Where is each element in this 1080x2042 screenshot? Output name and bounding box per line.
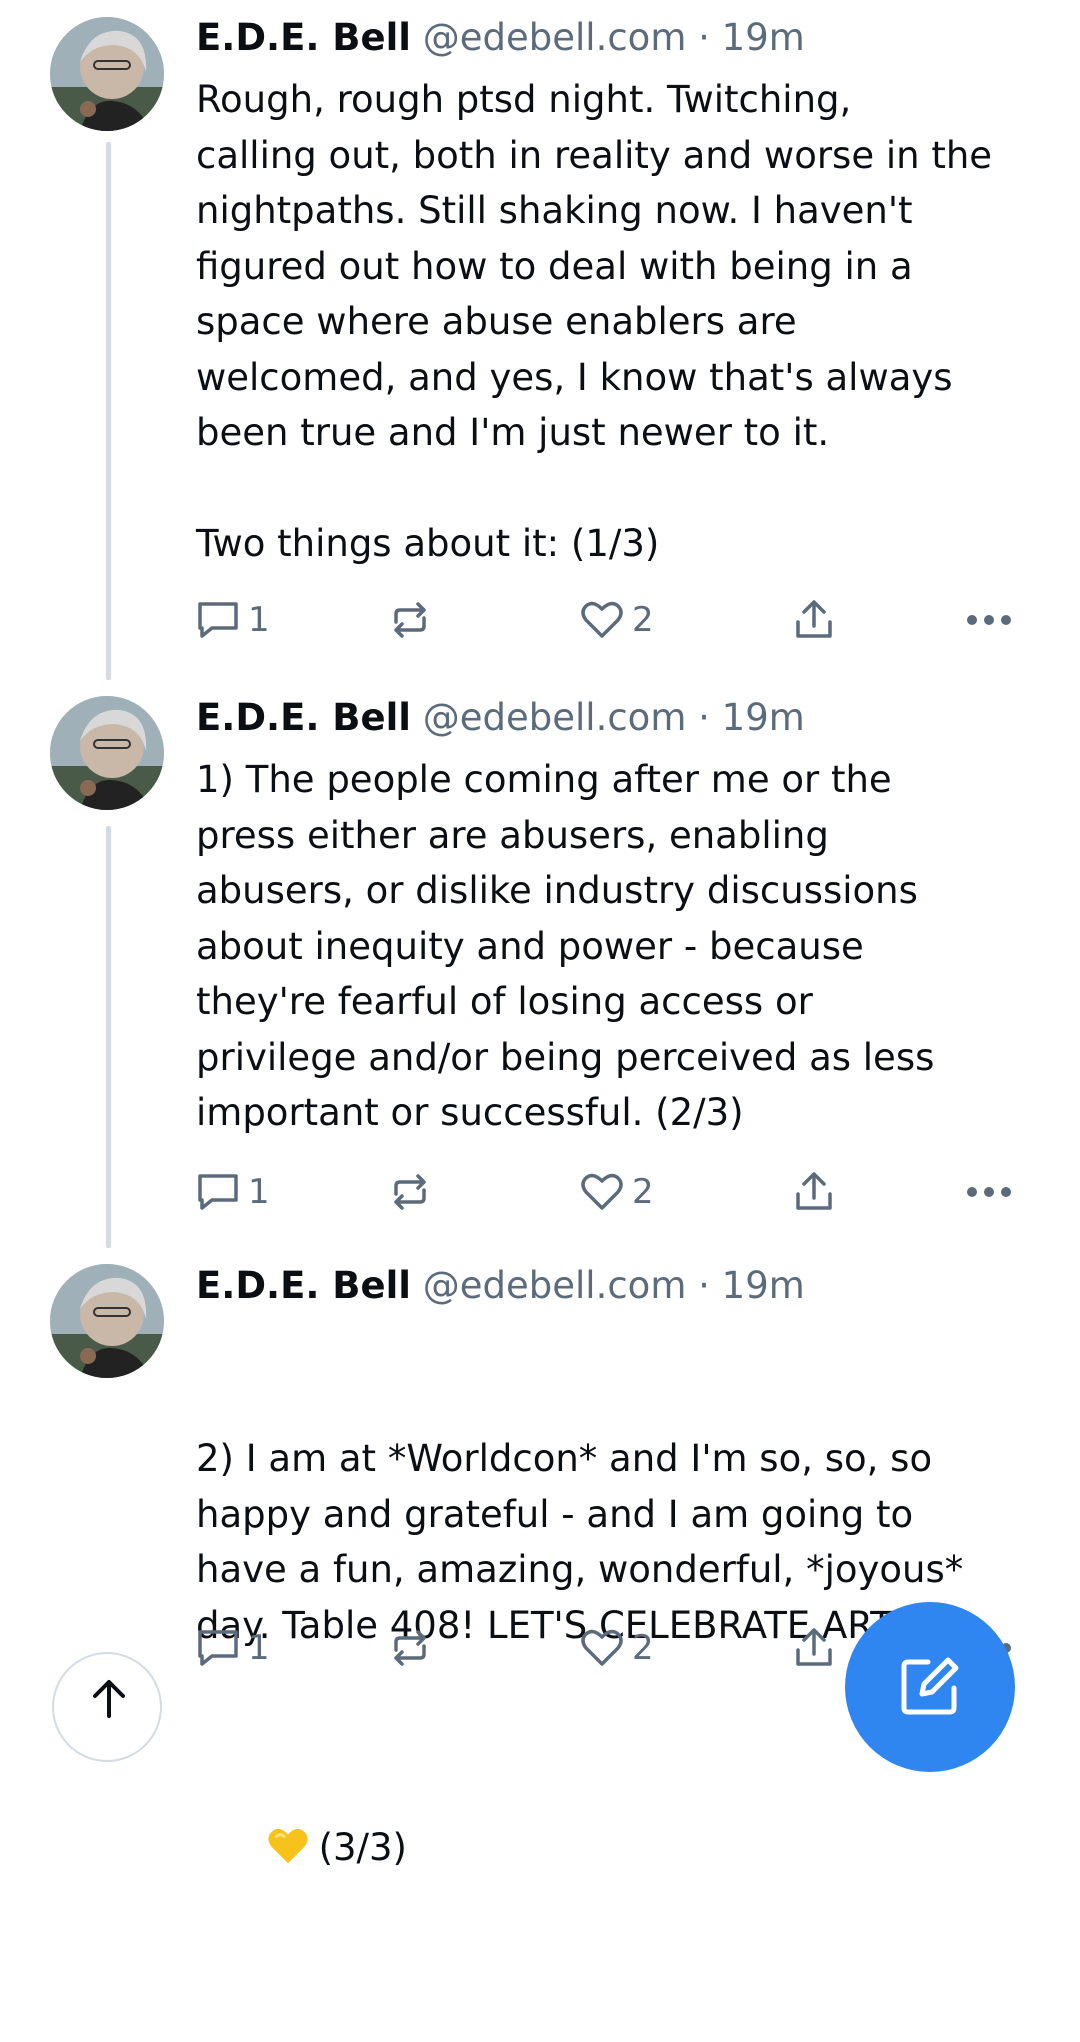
- speech-bubble-icon: [198, 1630, 238, 1666]
- avatar-photo: [50, 17, 164, 131]
- post-header: E.D.E. Bell @edebell.com · 19m: [196, 1262, 805, 1310]
- reply-button[interactable]: 1: [196, 1164, 270, 1220]
- reply-count: 1: [248, 600, 270, 640]
- share-upload-icon: [796, 1172, 832, 1210]
- repost-arrows-icon: [394, 602, 426, 638]
- heart-outline-icon: [581, 601, 623, 638]
- post-text: 1) The people coming after me or the pre…: [196, 758, 935, 1134]
- post-actions: 1 2: [196, 1164, 1026, 1220]
- heart-outline-icon: [581, 1173, 623, 1210]
- compose-pencil-icon: [901, 1657, 959, 1715]
- thread-line: [106, 826, 111, 1248]
- thread-counter: (3/3): [318, 1825, 407, 1869]
- like-count: 2: [632, 600, 654, 640]
- repost-arrows-icon: [394, 1630, 426, 1666]
- repost-arrows-icon: [394, 1174, 426, 1210]
- share-button[interactable]: [794, 1620, 834, 1676]
- like-count: 2: [632, 1628, 654, 1668]
- like-button[interactable]: 2: [580, 1620, 654, 1676]
- author-handle[interactable]: @edebell.com: [423, 16, 687, 59]
- more-dots-icon: [967, 615, 1011, 625]
- avatar-photo: [50, 696, 164, 810]
- author-handle[interactable]: @edebell.com: [423, 1264, 687, 1307]
- repost-button[interactable]: [388, 1164, 432, 1220]
- post-header: E.D.E. Bell @edebell.com · 19m: [196, 694, 805, 742]
- compose-button[interactable]: [845, 1602, 1015, 1772]
- separator: ·: [698, 696, 710, 739]
- author-name[interactable]: E.D.E. Bell: [196, 696, 411, 739]
- avatar[interactable]: [50, 696, 164, 810]
- heart-outline-icon: [581, 1629, 623, 1666]
- scroll-to-top-button[interactable]: [52, 1652, 162, 1762]
- post-text-last-line: (3/3): [196, 1764, 1036, 1931]
- author-name[interactable]: E.D.E. Bell: [196, 1264, 411, 1307]
- reply-button[interactable]: 1: [196, 1620, 270, 1676]
- share-button[interactable]: [794, 1164, 834, 1220]
- separator: ·: [698, 16, 710, 59]
- avatar[interactable]: [50, 1264, 164, 1378]
- repost-button[interactable]: [388, 1620, 432, 1676]
- like-button[interactable]: 2: [580, 1164, 654, 1220]
- post-actions: 1 2: [196, 592, 1026, 648]
- share-button[interactable]: [794, 592, 834, 648]
- avatar-photo: [50, 1264, 164, 1378]
- share-upload-icon: [796, 600, 832, 638]
- post-time[interactable]: 19m: [722, 696, 805, 739]
- speech-bubble-icon: [198, 1174, 238, 1210]
- like-count: 2: [632, 1172, 654, 1212]
- more-button[interactable]: [966, 592, 1012, 648]
- share-upload-icon: [796, 1628, 832, 1666]
- like-button[interactable]: 2: [580, 592, 654, 648]
- reply-count: 1: [248, 1628, 270, 1668]
- more-button[interactable]: [966, 1164, 1012, 1220]
- post-1[interactable]: E.D.E. Bell @edebell.com · 19m Rough, ro…: [0, 0, 1080, 680]
- reply-button[interactable]: 1: [196, 592, 270, 648]
- post-time[interactable]: 19m: [722, 16, 805, 59]
- thread-line: [106, 142, 111, 680]
- avatar[interactable]: [50, 17, 164, 131]
- arrow-up-icon: [93, 1680, 125, 1718]
- repost-button[interactable]: [388, 592, 432, 648]
- separator: ·: [698, 1264, 710, 1307]
- speech-bubble-icon: [198, 602, 238, 638]
- post-header: E.D.E. Bell @edebell.com · 19m: [196, 14, 805, 62]
- author-name[interactable]: E.D.E. Bell: [196, 16, 411, 59]
- post-2[interactable]: E.D.E. Bell @edebell.com · 19m 1) The pe…: [0, 680, 1080, 1248]
- reply-count: 1: [248, 1172, 270, 1212]
- post-text: Rough, rough ptsd night. Twitching, call…: [196, 78, 993, 565]
- author-handle[interactable]: @edebell.com: [423, 696, 687, 739]
- yellow-heart-emoji: [268, 1828, 308, 1863]
- post-time[interactable]: 19m: [722, 1264, 805, 1307]
- more-dots-icon: [967, 1187, 1011, 1197]
